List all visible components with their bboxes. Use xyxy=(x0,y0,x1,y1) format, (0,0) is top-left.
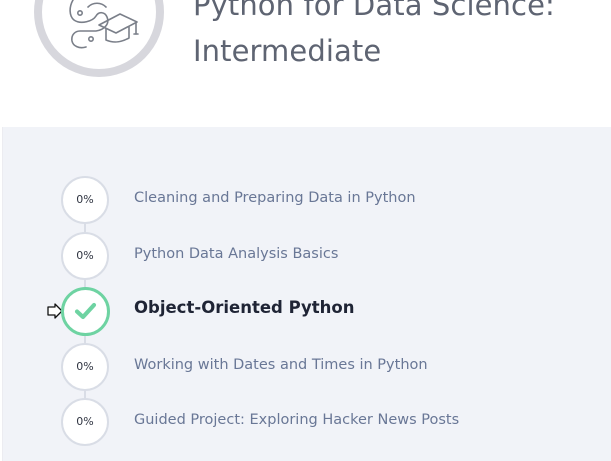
mission-progress-badge: 0% xyxy=(61,232,109,280)
course-title: Python for Data Science: Intermediate xyxy=(193,0,611,74)
mission-progress-value: 0% xyxy=(76,415,94,428)
mission-label[interactable]: Working with Dates and Times in Python xyxy=(134,355,428,375)
mission-progress-badge: 0% xyxy=(61,176,109,224)
mission-item-cleaning-preparing-data[interactable]: 0% Cleaning and Preparing Data in Python xyxy=(61,176,581,226)
mission-progress-value: 0% xyxy=(76,360,94,373)
mission-label[interactable]: Cleaning and Preparing Data in Python xyxy=(134,188,416,208)
mission-progress-value: 0% xyxy=(76,249,94,262)
mission-item-guided-project-hacker-news[interactable]: 0% Guided Project: Exploring Hacker News… xyxy=(61,398,581,448)
mission-label[interactable]: Python Data Analysis Basics xyxy=(134,244,338,264)
check-icon xyxy=(74,302,97,320)
mission-label[interactable]: Guided Project: Exploring Hacker News Po… xyxy=(134,410,459,430)
mission-completed-badge xyxy=(61,287,110,336)
mission-progress-badge: 0% xyxy=(61,343,109,391)
mission-label[interactable]: Object-Oriented Python xyxy=(134,298,354,318)
mission-item-working-with-dates-times[interactable]: 0% Working with Dates and Times in Pytho… xyxy=(61,343,581,393)
python-graduation-cap-icon xyxy=(69,0,139,49)
course-title-line-1: Python for Data Science: xyxy=(193,0,555,22)
mission-progress-badge: 0% xyxy=(61,398,109,446)
course-title-line-2: Intermediate xyxy=(193,34,382,68)
course-page: Python for Data Science: Intermediate 0%… xyxy=(0,0,611,461)
mission-item-object-oriented-python[interactable]: Object-Oriented Python xyxy=(61,287,581,337)
mission-item-python-data-analysis-basics[interactable]: 0% Python Data Analysis Basics xyxy=(61,232,581,282)
course-header: Python for Data Science: Intermediate xyxy=(0,0,611,127)
mission-progress-value: 0% xyxy=(76,193,94,206)
